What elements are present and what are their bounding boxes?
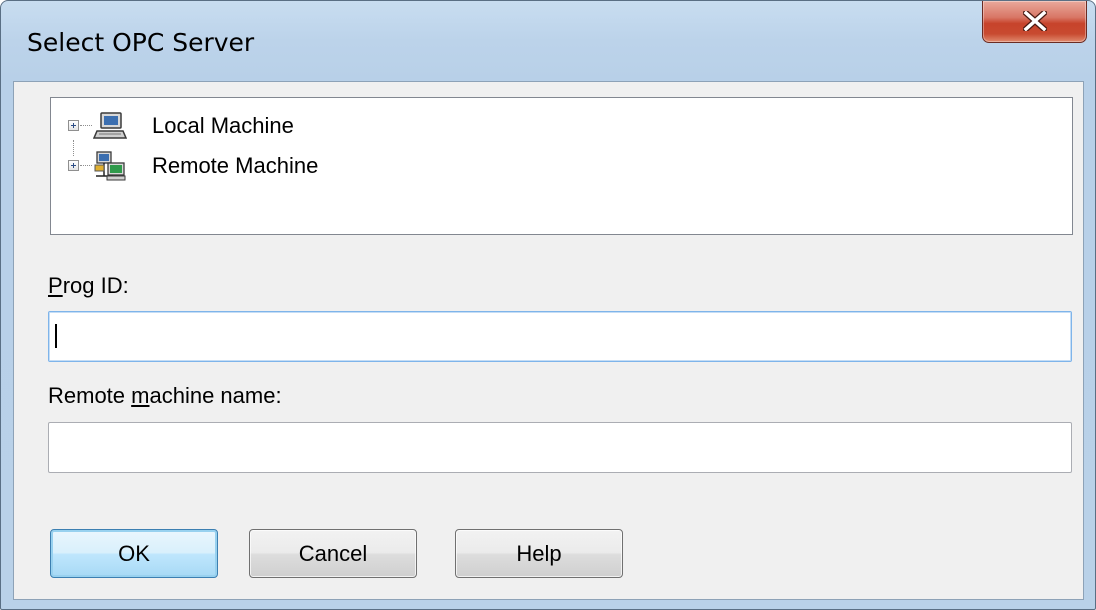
ok-button[interactable]: OK [50, 529, 218, 578]
remote-machine-label-prefix: Remote [48, 383, 132, 408]
window-title: Select OPC Server [27, 28, 255, 57]
prog-id-input[interactable] [48, 311, 1072, 362]
expand-icon[interactable] [68, 120, 79, 131]
close-icon [1023, 11, 1047, 31]
machine-tree[interactable]: Local Machine Remote Machine [50, 97, 1073, 235]
remote-machine-name-input[interactable] [48, 422, 1072, 473]
dialog-body: Local Machine Remote Machine Prog ID: Re… [13, 81, 1084, 600]
tree-branch-line [80, 125, 92, 126]
remote-machine-accelerator: m [131, 383, 150, 408]
tree-item-label: Remote Machine [152, 153, 319, 178]
prog-id-label: Prog ID: [48, 273, 129, 299]
text-cursor [55, 324, 57, 348]
title-bar[interactable]: Select OPC Server [1, 1, 1095, 81]
remote-machine-name-label: Remote machine name: [48, 383, 282, 409]
tree-branch-line [80, 165, 92, 166]
cancel-button[interactable]: Cancel [249, 529, 417, 578]
close-button[interactable] [982, 1, 1087, 43]
tree-item-remote-machine[interactable]: Remote Machine [51, 148, 451, 182]
expand-icon[interactable] [68, 160, 79, 171]
dialog-window: Select OPC Server Local Machine Remote M… [0, 0, 1096, 610]
network-computer-icon [94, 151, 126, 181]
help-button[interactable]: Help [455, 529, 623, 578]
computer-icon [93, 112, 127, 139]
remote-machine-label-text: achine name: [149, 383, 282, 408]
prog-id-label-text: rog ID: [62, 273, 129, 298]
tree-item-label: Local Machine [152, 113, 294, 138]
tree-item-local-machine[interactable]: Local Machine [51, 108, 451, 142]
prog-id-accelerator: P [48, 273, 63, 298]
